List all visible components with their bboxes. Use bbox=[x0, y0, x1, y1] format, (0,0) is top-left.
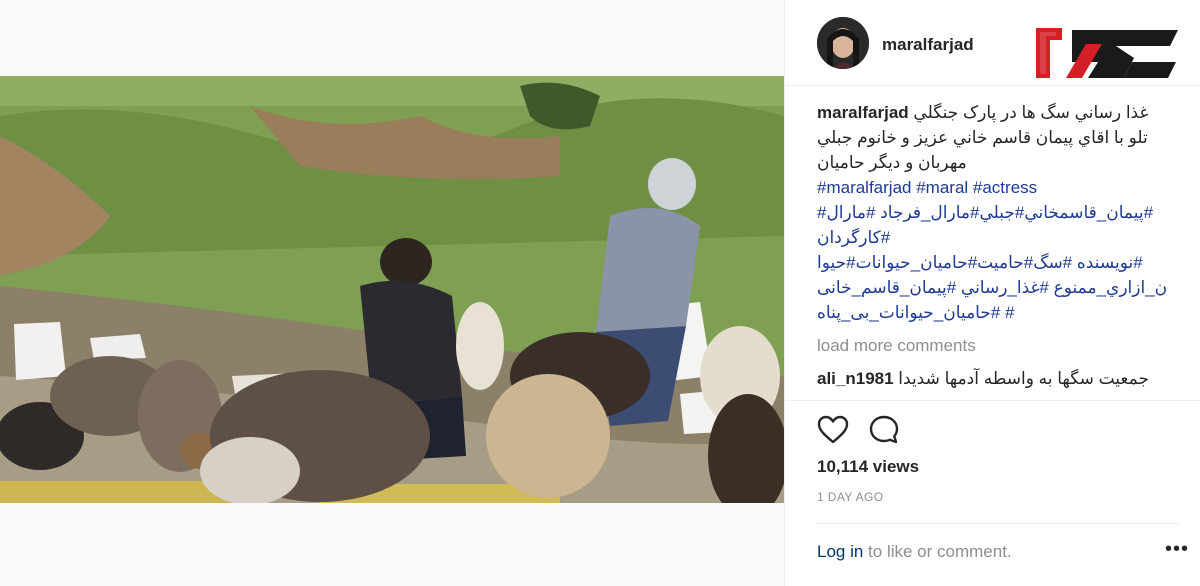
caption-text: تلو با اقاي پيمان قاسم خاني عزيز و خانوم… bbox=[817, 128, 1148, 147]
load-more-comments-link[interactable]: load more comments bbox=[817, 333, 1177, 358]
post-actions: 10,114 views 1 DAY AGO Log in to like or… bbox=[785, 400, 1200, 586]
hashtag-line[interactable]: # #حاميان_حيوانات_بی_پناه bbox=[817, 300, 1177, 325]
hashtag-line[interactable]: ن_ازاري_ممنوع #غذا_رساني #پیمان_قاسم_خان… bbox=[817, 275, 1177, 300]
speech-bubble-icon[interactable] bbox=[867, 413, 901, 447]
caption-username[interactable]: maralfarjad bbox=[817, 103, 909, 122]
divider bbox=[817, 523, 1179, 524]
avatar[interactable] bbox=[817, 17, 869, 69]
hashtag-line[interactable]: #کارگردان bbox=[817, 225, 1177, 250]
caption-text: غذا رساني سگ ها در پارک جنگلي bbox=[913, 103, 1149, 122]
avatar-image bbox=[817, 17, 869, 69]
header-username[interactable]: maralfarjad bbox=[882, 35, 974, 55]
login-prompt-text: to like or comment. bbox=[863, 542, 1012, 561]
views-count: 10,114 views bbox=[817, 457, 920, 476]
comments-section: maralfarjad غذا رساني سگ ها در پارک جنگل… bbox=[817, 100, 1177, 400]
comment-text: جمعيت سگها به واسطه آدمها شديدا bbox=[898, 369, 1149, 388]
heart-outline-icon[interactable] bbox=[816, 413, 850, 447]
hashtag-line[interactable]: #پیمان_قاسمخاني#جبلي#مارال_فرجاد #مارال# bbox=[817, 200, 1177, 225]
hashtag-line[interactable]: #نويسنده #سگ#حاميت#حاميان_حيوانات#حيوا bbox=[817, 250, 1177, 275]
hashtag-line[interactable]: #maralfarjad #maral #actress bbox=[817, 175, 1177, 200]
media-pane bbox=[0, 0, 784, 586]
caption-text: مهربان و ديگر حاميان bbox=[817, 153, 967, 172]
post-photo-scene bbox=[0, 76, 784, 503]
comment-username[interactable]: ali_n1981 bbox=[817, 369, 894, 388]
comment-item: ali_n1981 جمعيت سگها به واسطه آدمها شديد… bbox=[817, 366, 1177, 391]
post-timestamp[interactable]: 1 DAY AGO bbox=[817, 490, 884, 504]
more-options-icon[interactable]: ••• bbox=[1165, 539, 1189, 562]
login-link[interactable]: Log in bbox=[817, 542, 863, 561]
login-prompt: Log in to like or comment. bbox=[817, 542, 1012, 562]
post-sidebar: maralfarjad maralfarjad غذا رساني سگ ها … bbox=[784, 0, 1200, 586]
post-header: maralfarjad bbox=[785, 0, 1200, 86]
caption-line: maralfarjad غذا رساني سگ ها در پارک جنگل… bbox=[817, 100, 1177, 125]
post-photo[interactable] bbox=[0, 76, 784, 503]
watermark-logo bbox=[1036, 28, 1178, 78]
